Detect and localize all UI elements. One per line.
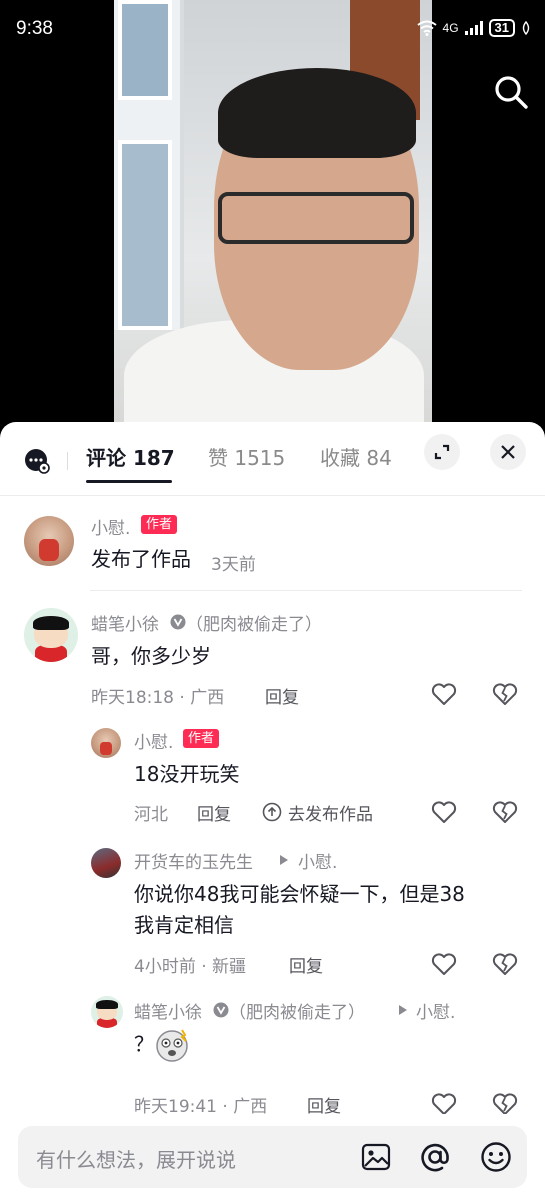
comment-input[interactable]: 有什么想法，展开说说 [18, 1126, 527, 1188]
reply-text-line-1: 你说你48我可能会怀疑一下，但是38 [134, 882, 465, 906]
network-label: 4G [442, 21, 459, 35]
tab-favorites[interactable]: 收藏 84 [320, 442, 392, 471]
expand-icon [434, 444, 450, 460]
comment-username[interactable]: 小慰. [91, 514, 130, 539]
battery-indicator: 31 [488, 19, 515, 37]
reply-username[interactable]: 小慰. [134, 728, 173, 753]
close-icon [501, 445, 515, 459]
reply-text: 18没开玩笑 [134, 762, 240, 786]
close-button[interactable] [490, 434, 526, 470]
avatar[interactable] [24, 608, 78, 662]
tab-likes[interactable]: 赞 1515 [208, 442, 285, 471]
tab-underline [86, 480, 172, 483]
comment-text: 发布了作品 [91, 547, 191, 571]
signal-icon [464, 21, 483, 35]
comment-username[interactable]: 蜡笔小徐 [91, 610, 159, 635]
dislike-icon[interactable] [491, 798, 519, 826]
comment-username-suffix: （肥肉被偷走了） [186, 615, 322, 635]
reply-button[interactable]: 回复 [265, 683, 299, 708]
search-icon[interactable] [493, 74, 529, 110]
status-time: 9:38 [16, 18, 53, 39]
reply-meta: 河北 [134, 805, 168, 825]
verified-icon [170, 614, 186, 630]
like-icon[interactable] [430, 950, 458, 978]
avatar[interactable] [91, 996, 123, 1028]
tab-bar: 评论 187 赞 1515 收藏 84 [0, 422, 545, 496]
avatar[interactable] [24, 516, 74, 566]
divider [90, 590, 522, 591]
leaf-icon [522, 21, 530, 35]
author-badge: 作者 [141, 515, 178, 534]
status-bar: 9:38 4G 31 [0, 0, 545, 60]
reply-to-username[interactable]: 小慰. [298, 848, 337, 873]
emoji-icon[interactable] [480, 1141, 512, 1173]
status-icons: 4G 31 [416, 19, 531, 37]
author-badge: 作者 [183, 729, 220, 748]
reply-text-line-2: 我肯定相信 [134, 913, 234, 937]
reply-meta: 4小时前 · 新疆 [134, 957, 247, 977]
publish-arrow-icon [262, 802, 282, 822]
comment-sheet: 评论 187 赞 1515 收藏 84 小慰. 作者 发布了作品 3天前 蜡笔小… [0, 422, 545, 1200]
comment-input-placeholder: 有什么想法，展开说说 [36, 1148, 236, 1172]
reply-username[interactable]: 开货车的玉先生 [134, 848, 253, 873]
at-icon[interactable] [419, 1141, 451, 1173]
publish-work-button[interactable]: 去发布作品 [288, 800, 373, 825]
avatar[interactable] [91, 848, 121, 878]
comment-time: 3天前 [211, 555, 256, 575]
comment-text: 哥，你多少岁 [91, 644, 211, 668]
reply-username[interactable]: 蜡笔小徐 [134, 998, 202, 1023]
like-icon[interactable] [430, 680, 458, 708]
comment-meta: 昨天18:18 · 广西 [91, 688, 225, 708]
reply-to-username[interactable]: 小慰. [416, 998, 455, 1023]
chat-icon[interactable] [24, 448, 50, 474]
reply-to-arrow-icon [399, 1005, 407, 1015]
tab-separator [67, 452, 68, 470]
reply-username-suffix: （肥肉被偷走了） [229, 1003, 365, 1023]
comment-input-bar: 有什么想法，展开说说 [0, 1114, 545, 1200]
reply-button[interactable]: 回复 [289, 952, 323, 977]
image-icon[interactable] [361, 1142, 391, 1172]
reply-button[interactable]: 回复 [197, 800, 231, 825]
expand-button[interactable] [424, 434, 460, 470]
verified-icon [213, 1002, 229, 1018]
tab-comments[interactable]: 评论 187 [86, 442, 175, 471]
shocked-emoji-icon [156, 1029, 188, 1062]
avatar[interactable] [91, 728, 121, 758]
reply-text: ？ [134, 1032, 154, 1056]
dislike-icon[interactable] [491, 950, 519, 978]
like-icon[interactable] [430, 798, 458, 826]
video-frame[interactable] [114, 0, 432, 430]
wifi-icon [416, 20, 437, 36]
reply-to-arrow-icon [280, 855, 288, 865]
dislike-icon[interactable] [491, 680, 519, 708]
